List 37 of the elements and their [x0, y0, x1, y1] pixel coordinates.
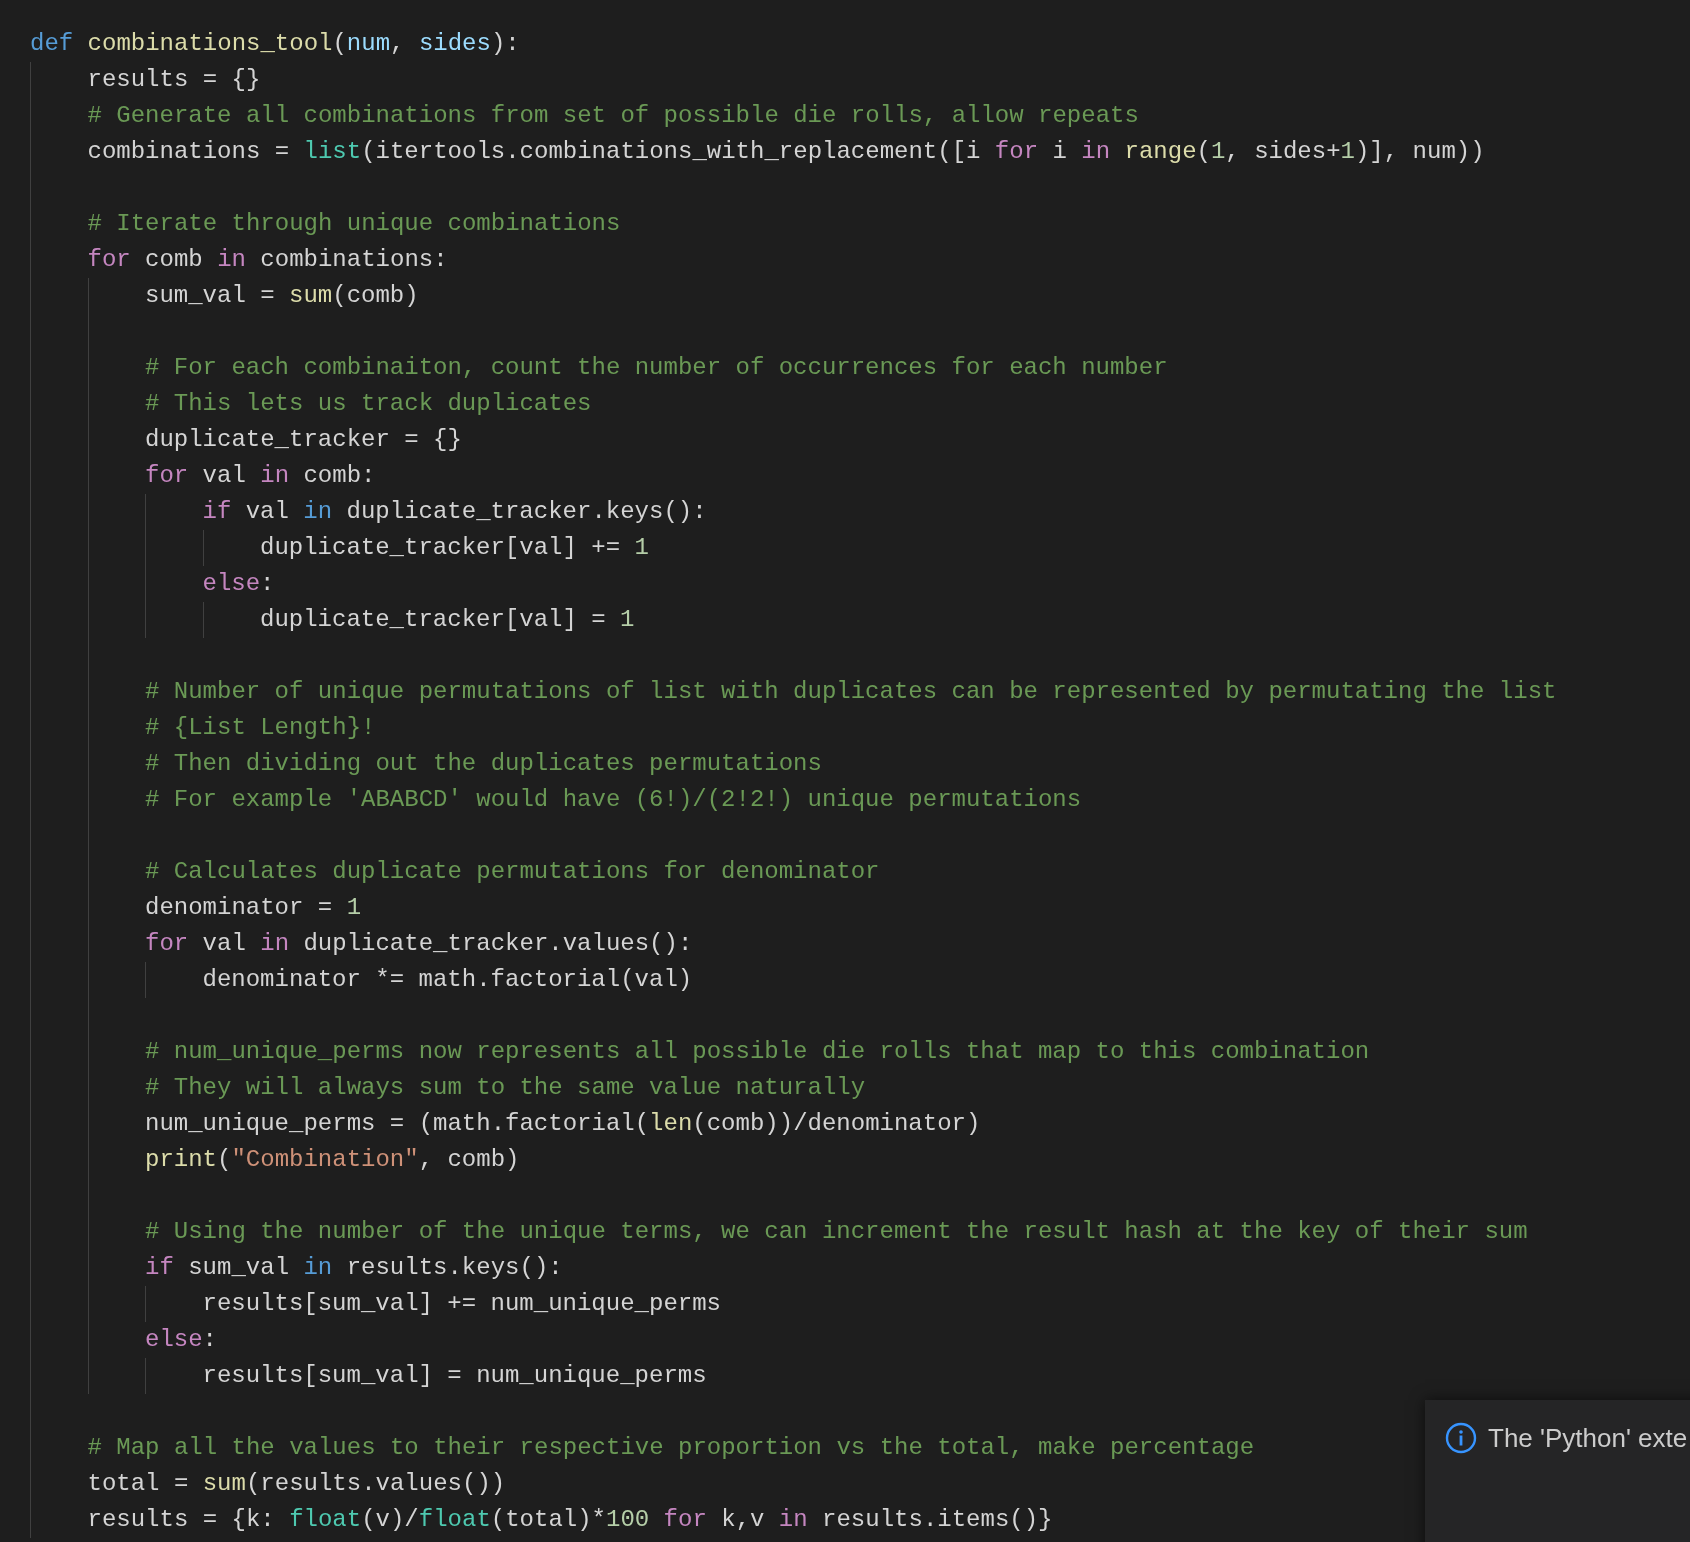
code-line: duplicate_tracker = {}	[145, 425, 462, 455]
code-line: else:	[202, 569, 275, 599]
code-line: # Then dividing out the duplicates permutations	[145, 749, 822, 779]
code-line: results = {k: float(v)/float(total)*100 for k,v in results.items()}	[87, 1505, 1053, 1535]
code-line: for val in duplicate_tracker.values():	[145, 929, 693, 959]
code-line: print("Combination", comb)	[145, 1145, 520, 1175]
code-line: # Number of unique permutations of list with duplicates can be represented by permutating the list	[145, 677, 1557, 707]
code-line: # Generate all combinations from set of possible die rolls, allow repeats	[87, 101, 1139, 131]
code-line: duplicate_tracker[val] += 1	[260, 533, 649, 563]
code-line: # This lets us track duplicates	[145, 389, 592, 419]
code-line: # {List Length}!	[145, 713, 376, 743]
code-line: # They will always sum to the same value naturally	[145, 1073, 866, 1103]
code-line: # Using the number of the unique terms, we can increment the result hash at the key of their sum	[145, 1217, 1528, 1247]
notification-text: The 'Python' exte	[1488, 1422, 1688, 1454]
info-icon	[1445, 1422, 1477, 1454]
code-line: if val in duplicate_tracker.keys():	[202, 497, 707, 527]
code-line: if sum_val in results.keys():	[145, 1253, 563, 1283]
code-line: duplicate_tracker[val] = 1	[260, 605, 635, 635]
code-line: results[sum_val] += num_unique_perms	[202, 1289, 721, 1319]
code-line: # For each combinaiton, count the number of occurrences for each number	[145, 353, 1168, 383]
code-line: for val in comb:	[145, 461, 376, 491]
code-line: combinations = list(itertools.combinations_with_replacement([i for i in range(1, sides+1)], num))	[87, 137, 1485, 167]
code-line: results[sum_val] = num_unique_perms	[202, 1361, 707, 1391]
code-line: else:	[145, 1325, 217, 1355]
code-line: total = sum(results.values())	[87, 1469, 506, 1499]
code-line: denominator *= math.factorial(val)	[202, 965, 693, 995]
code-line: denominator = 1	[145, 893, 362, 923]
code-line: # Map all the values to their respective proportion vs the total, make percentage	[87, 1433, 1255, 1463]
code-line: sum_val = sum(comb)	[145, 281, 419, 311]
code-line: # For example 'ABABCD' would have (6!)/(2!2!) unique permutations	[145, 785, 1082, 815]
code-line: results = {}	[87, 65, 261, 95]
code-line: # Calculates duplicate permutations for denominator	[145, 857, 880, 887]
code-line: # num_unique_perms now represents all possible die rolls that map to this combination	[145, 1037, 1370, 1067]
code-line: # Iterate through unique combinations	[87, 209, 621, 239]
code-line: num_unique_perms = (math.factorial(len(comb))/denominator)	[145, 1109, 981, 1139]
code-line: for comb in combinations:	[87, 245, 448, 275]
code-line: def combinations_tool(num, sides):	[30, 29, 520, 59]
